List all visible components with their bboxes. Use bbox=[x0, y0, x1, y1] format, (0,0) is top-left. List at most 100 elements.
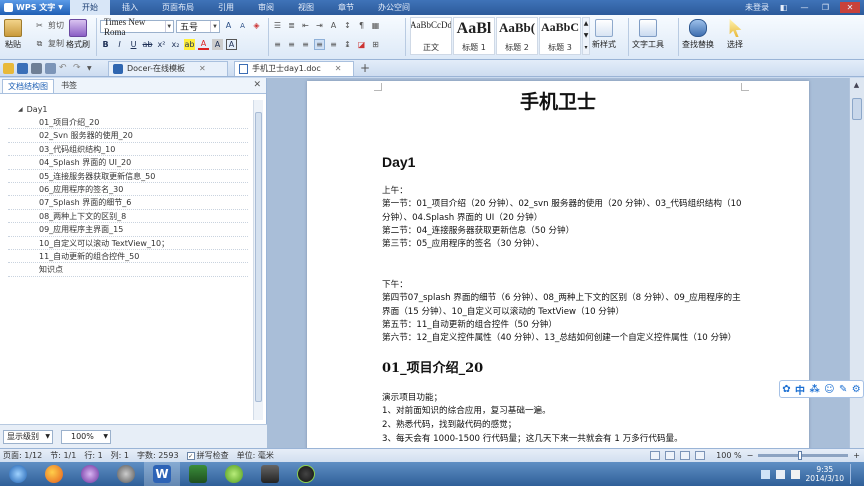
style-heading-1[interactable]: AaBl 标题 1 bbox=[453, 17, 495, 55]
outline-item[interactable]: 04_Splash 界面的 UI_20 bbox=[8, 156, 248, 170]
superscript-icon[interactable]: x² bbox=[156, 39, 167, 50]
new-tab-icon[interactable]: + bbox=[360, 61, 370, 75]
settings-icon[interactable]: ⚙ bbox=[852, 384, 861, 395]
print-preview-icon[interactable] bbox=[45, 62, 56, 74]
afternoon-label[interactable]: 下午： bbox=[382, 279, 742, 293]
outline-item[interactable]: 08_两种上下文的区别_8 bbox=[8, 210, 248, 224]
status-words[interactable]: 字数: 2593 bbox=[137, 450, 179, 461]
save-icon[interactable] bbox=[17, 62, 28, 74]
scrollbar-thumb[interactable] bbox=[852, 98, 862, 120]
status-unit[interactable]: 单位: 毫米 bbox=[237, 450, 274, 461]
flag-icon[interactable] bbox=[790, 469, 800, 479]
body-line[interactable]: 1、对前面知识的综合应用，复习基础一遍。 bbox=[382, 405, 742, 419]
start-button[interactable] bbox=[0, 462, 36, 486]
increase-indent-icon[interactable]: ⇥ bbox=[314, 20, 325, 31]
taskbar-app[interactable] bbox=[108, 462, 144, 486]
page-view-icon[interactable] bbox=[650, 451, 661, 460]
italic-icon[interactable]: I bbox=[114, 39, 125, 50]
menu-home[interactable]: 开始 bbox=[70, 0, 110, 15]
distributed-icon[interactable]: ≡ bbox=[328, 39, 339, 50]
outline-item[interactable]: 03_代码组织结构_10 bbox=[8, 143, 248, 157]
zoom-in-icon[interactable]: + bbox=[853, 451, 860, 460]
subscript-icon[interactable]: x₂ bbox=[170, 39, 181, 50]
taskbar-firefox[interactable] bbox=[36, 462, 72, 486]
schedule-line[interactable]: 第五节：11_自动更新的组合控件（50 分钟） bbox=[382, 319, 742, 333]
select-button[interactable]: 选择 bbox=[726, 19, 744, 50]
undo-icon[interactable]: ↶ bbox=[59, 63, 70, 74]
style-heading-2[interactable]: AaBb( 标题 2 bbox=[496, 17, 538, 55]
schedule-line[interactable]: 第六节：12_自定义控件属性（40 分钟）、13_总结如何创建一个自定义控件属性… bbox=[382, 332, 742, 346]
schedule-line[interactable]: 第四节07_splash 界面的细节（6 分钟）、08_两种上下文的区别（8 分… bbox=[382, 292, 742, 319]
chinese-layout-icon[interactable]: A bbox=[328, 20, 339, 31]
scrollbar-thumb[interactable] bbox=[255, 112, 262, 402]
show-marks-icon[interactable]: ¶ bbox=[356, 20, 367, 31]
schedule-line[interactable]: 第一节：01_项目介绍（20 分钟）、02_svn 服务器的使用（20 分钟）、… bbox=[382, 198, 742, 225]
document-canvas[interactable]: 手机卫士 Day1 上午： 第一节：01_项目介绍（20 分钟）、02_svn … bbox=[267, 78, 849, 448]
print-icon[interactable] bbox=[31, 62, 42, 74]
new-style-button[interactable]: 新样式 bbox=[592, 19, 616, 50]
menu-page-layout[interactable]: 页面布局 bbox=[150, 0, 206, 15]
outline-item[interactable]: 10_自定义可以滚动 TextView_10； bbox=[8, 237, 248, 250]
app-menu-button[interactable]: WPS 文字 ▼ bbox=[0, 0, 70, 15]
ime-toolbar[interactable]: ✿ 中 ⁂ ☺ ✎ ⚙ bbox=[779, 380, 864, 398]
taskbar-wps[interactable]: W bbox=[144, 462, 180, 486]
outline-item[interactable]: 09_应用程序主界面_15 bbox=[8, 223, 248, 237]
body-line[interactable]: 2、熟悉代码，找到敲代码的感觉； bbox=[382, 419, 742, 433]
numbered-list-icon[interactable]: ≣ bbox=[286, 20, 297, 31]
paste-button[interactable]: 粘贴 bbox=[4, 19, 22, 50]
copy-button[interactable]: ⧉ 复制 bbox=[34, 38, 64, 49]
zoom-out-icon[interactable]: − bbox=[747, 451, 754, 460]
sort-icon[interactable]: ↕ bbox=[342, 20, 353, 31]
document-page[interactable]: 手机卫士 Day1 上午： 第一节：01_项目介绍（20 分钟）、02_svn … bbox=[307, 81, 809, 448]
close-button[interactable]: ✕ bbox=[840, 2, 860, 13]
tab-document[interactable]: 手机卫士day1.doc ✕ bbox=[234, 60, 354, 76]
taskbar-amd[interactable] bbox=[288, 462, 324, 486]
zoom-slider-knob[interactable] bbox=[798, 451, 803, 460]
emoji-icon[interactable]: ☺ bbox=[824, 384, 834, 395]
style-gallery-scroll[interactable]: ▲ ▼ ▾ bbox=[582, 17, 590, 55]
spellcheck-toggle[interactable]: ✓ 拼写检查 bbox=[186, 450, 229, 461]
align-center-icon[interactable]: ≡ bbox=[286, 39, 297, 50]
decrease-indent-icon[interactable]: ⇤ bbox=[300, 20, 311, 31]
outline-item[interactable]: 05_连接服务器获取更新信息_50 bbox=[8, 170, 248, 183]
menu-references[interactable]: 引用 bbox=[206, 0, 246, 15]
login-status[interactable]: 未登录 bbox=[745, 2, 769, 13]
taskbar-tool[interactable] bbox=[252, 462, 288, 486]
font-color-icon[interactable]: A bbox=[198, 39, 209, 50]
close-icon[interactable]: ✕ bbox=[253, 80, 261, 90]
section-heading[interactable]: 01_项目介绍_20 bbox=[382, 357, 483, 376]
find-replace-button[interactable]: 查找替换 bbox=[682, 19, 714, 50]
outline-item[interactable]: 07_Splash 界面的细节_6 bbox=[8, 196, 248, 210]
strikethrough-icon[interactable]: ab bbox=[142, 39, 153, 50]
close-icon[interactable]: ✕ bbox=[335, 64, 342, 73]
bullet-list-icon[interactable]: ☰ bbox=[272, 20, 283, 31]
outline-item[interactable]: 06_应用程序的签名_30 bbox=[8, 183, 248, 197]
collapse-icon[interactable]: ◢ bbox=[18, 106, 23, 113]
highlight-icon[interactable]: ab bbox=[184, 39, 195, 50]
taskbar-terminal[interactable] bbox=[180, 462, 216, 486]
align-justify-icon[interactable]: ≡ bbox=[314, 39, 325, 50]
table-borders-icon[interactable]: ▦ bbox=[370, 20, 381, 31]
outline-level-select[interactable]: 显示级别 ▼ bbox=[3, 429, 53, 444]
skin-icon[interactable]: ◧ bbox=[777, 2, 790, 13]
schedule-line[interactable]: 第二节：04_连接服务器获取更新信息（50 分钟） bbox=[382, 225, 742, 239]
pane-zoom-select[interactable]: 100% ▼ bbox=[61, 429, 111, 444]
web-view-icon[interactable] bbox=[695, 451, 706, 460]
font-size-select[interactable]: 五号 ▼ bbox=[176, 20, 220, 33]
clock[interactable]: 9:35 2014/3/10 bbox=[806, 465, 844, 483]
menu-insert[interactable]: 插入 bbox=[110, 0, 150, 15]
tab-document-map[interactable]: 文档结构图 bbox=[2, 79, 54, 93]
cut-button[interactable]: ✂ 剪切 bbox=[34, 20, 64, 31]
restore-button[interactable]: ❐ bbox=[819, 2, 832, 13]
redo-icon[interactable]: ↷ bbox=[73, 63, 84, 74]
minimize-button[interactable]: — bbox=[798, 2, 811, 13]
clear-format-icon[interactable]: ◈ bbox=[251, 20, 262, 31]
menu-office-space[interactable]: 办公空间 bbox=[366, 0, 422, 15]
format-painter-button[interactable]: 格式刷 bbox=[66, 19, 90, 50]
line-spacing-icon[interactable]: ↨ bbox=[342, 39, 353, 50]
outline-item[interactable]: 11_自动更新的组合控件_50 bbox=[8, 250, 248, 264]
zoom-value[interactable]: 100 % bbox=[716, 451, 741, 460]
taskbar-media[interactable] bbox=[72, 462, 108, 486]
zoom-slider[interactable] bbox=[758, 451, 849, 460]
show-desktop-button[interactable] bbox=[850, 464, 858, 484]
